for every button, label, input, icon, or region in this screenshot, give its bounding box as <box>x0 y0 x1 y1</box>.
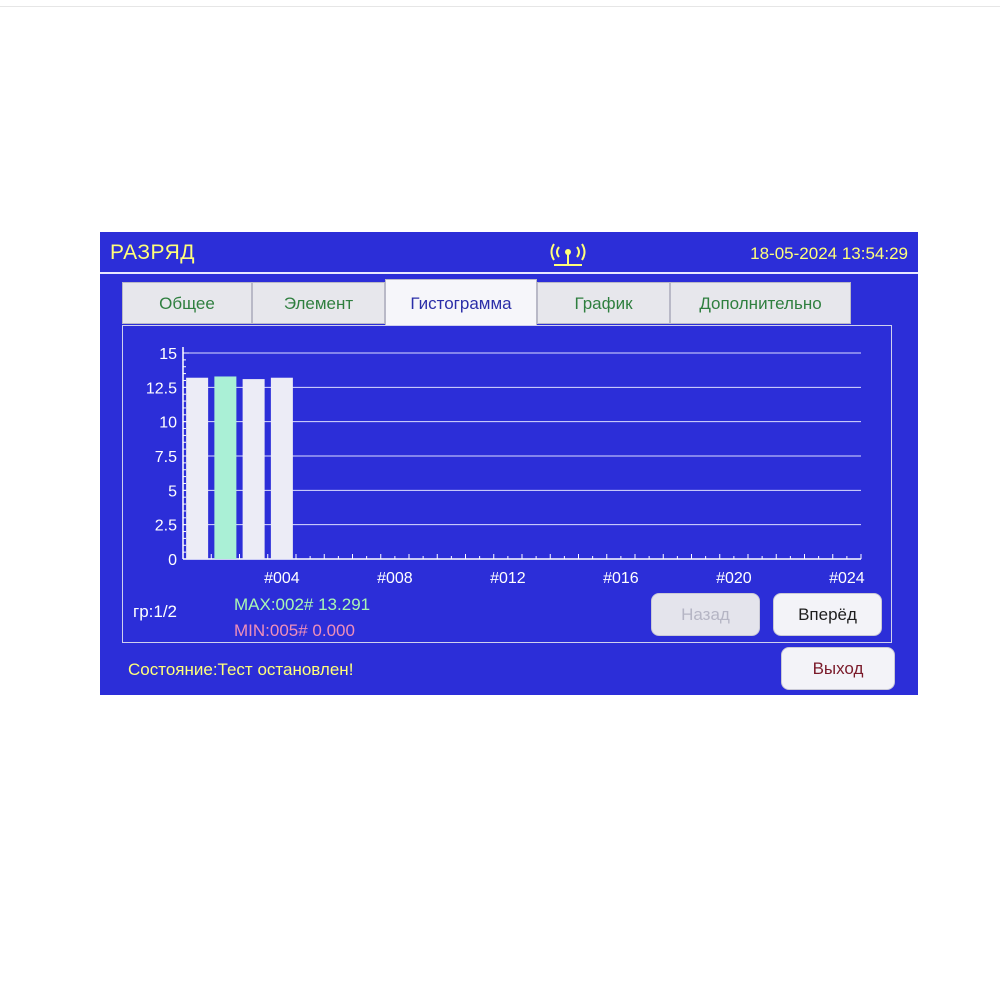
histogram-chart: 0 2.5 5 7.5 10 12.5 15 #004 #008 #012 #016 #020 #024 <box>146 346 865 586</box>
x-tick-label: #020 <box>716 570 752 586</box>
device-screen: РАЗРЯД 18-05-2024 13:54:29 Общее Элемент… <box>100 232 918 695</box>
x-tick-label: #008 <box>377 570 413 586</box>
tab-general[interactable]: Общее <box>122 282 252 324</box>
status-text: Состояние:Тест остановлен! <box>128 660 354 679</box>
x-tick-label: #012 <box>490 570 526 586</box>
next-button[interactable]: Вперёд <box>773 593 882 636</box>
exit-button[interactable]: Выход <box>781 647 895 690</box>
title-bar: РАЗРЯД 18-05-2024 13:54:29 <box>100 232 918 274</box>
datetime-display: 18-05-2024 13:54:29 <box>750 244 908 263</box>
min-value-label: MIN:005# 0.000 <box>234 621 355 640</box>
max-value-label: MAX:002# 13.291 <box>234 595 371 614</box>
tab-histogram[interactable]: Гистограмма <box>385 279 537 326</box>
tab-additional[interactable]: Дополнительно <box>670 282 851 324</box>
y-tick-label: 2.5 <box>155 518 177 535</box>
tab-element[interactable]: Элемент <box>252 282 385 324</box>
antenna-signal-icon <box>550 243 586 266</box>
y-tick-label: 12.5 <box>146 380 177 397</box>
back-button[interactable]: Назад <box>651 593 760 636</box>
histogram-bar <box>186 377 209 559</box>
y-tick-label: 0 <box>168 552 177 569</box>
x-tick-label: #004 <box>264 570 300 586</box>
y-tick-label: 5 <box>168 483 177 500</box>
histogram-bar <box>214 376 237 559</box>
histogram-bar <box>270 377 293 559</box>
tab-graph[interactable]: График <box>537 282 670 324</box>
page-indicator: гр:1/2 <box>133 602 178 621</box>
y-tick-label: 15 <box>159 346 177 363</box>
x-tick-label: #016 <box>603 570 639 586</box>
x-tick-label: #024 <box>829 570 865 586</box>
app-title: РАЗРЯД <box>110 241 195 264</box>
y-tick-label: 10 <box>159 415 177 432</box>
top-border-line <box>0 6 1000 7</box>
histogram-bar <box>242 379 265 559</box>
y-tick-label: 7.5 <box>155 449 177 466</box>
